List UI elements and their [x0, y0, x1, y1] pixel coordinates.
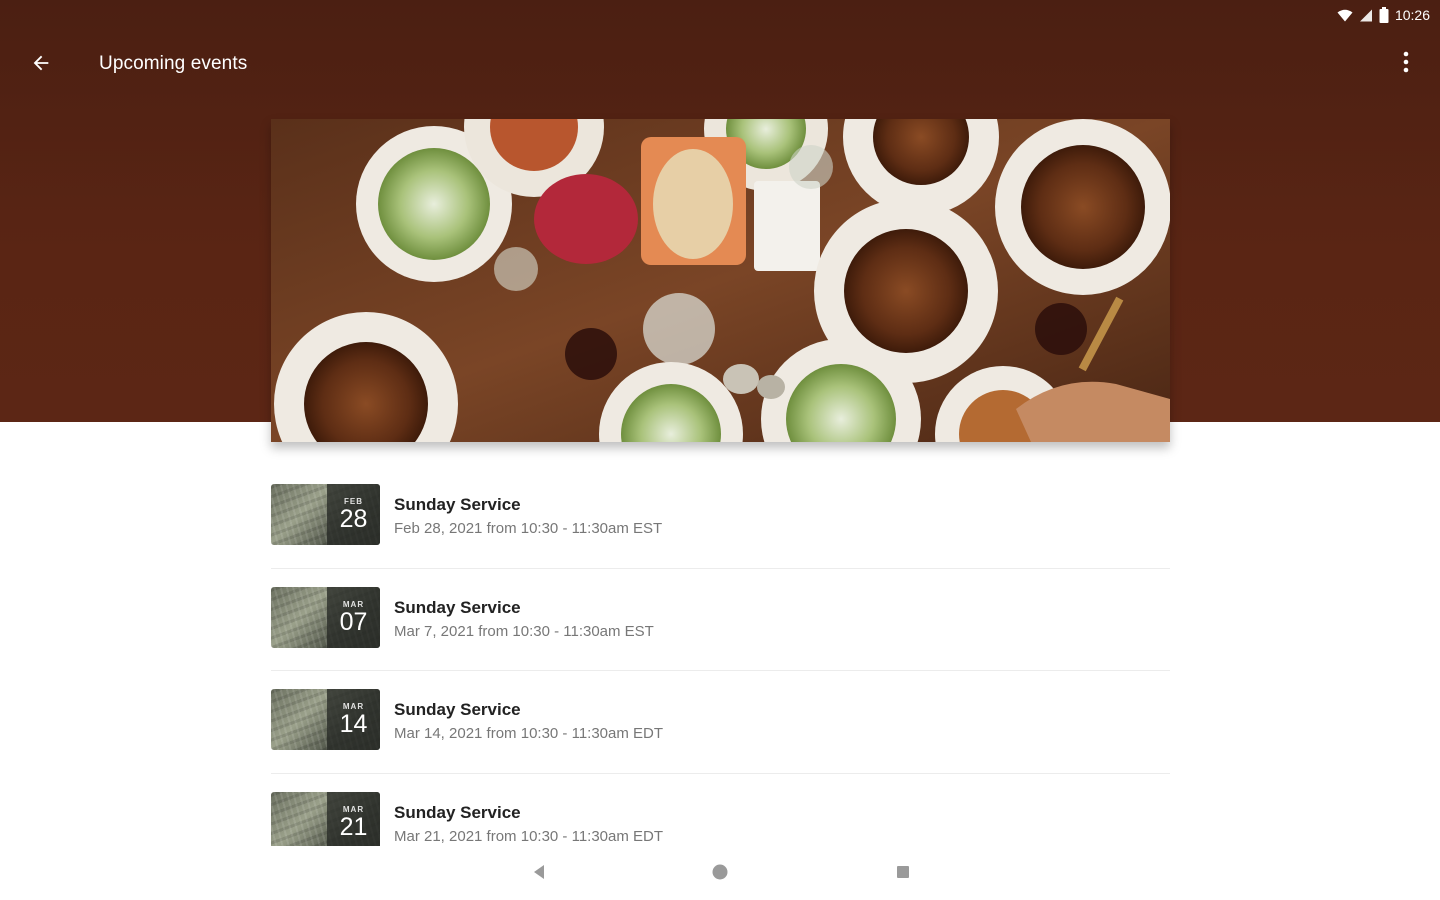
- nav-recents-icon: [896, 865, 910, 884]
- events-list: FEB 28 Sunday Service Feb 28, 2021 from …: [271, 484, 1170, 894]
- date-badge: FEB 28: [327, 484, 380, 545]
- date-badge: MAR 14: [327, 689, 380, 750]
- date-badge: MAR 07: [327, 586, 380, 648]
- event-thumbnail: FEB 28: [271, 484, 380, 545]
- nav-home-button[interactable]: [708, 862, 732, 886]
- event-day: 14: [339, 710, 368, 738]
- app-bar: Upcoming events: [0, 36, 1440, 92]
- event-month: MAR: [342, 702, 365, 711]
- event-datetime: Mar 21, 2021 from 10:30 - 11:30am EDT: [394, 827, 664, 845]
- wifi-icon: [1337, 9, 1353, 22]
- food-table-image: [271, 119, 1170, 442]
- more-vert-icon: [1403, 51, 1409, 78]
- more-options-button[interactable]: [1390, 48, 1422, 80]
- status-time: 10:26: [1394, 7, 1430, 23]
- event-day: 28: [339, 505, 368, 533]
- nav-home-icon: [711, 863, 729, 886]
- event-datetime: Mar 7, 2021 from 10:30 - 11:30am EST: [394, 622, 654, 640]
- battery-icon: [1379, 7, 1389, 23]
- event-title: Sunday Service: [394, 597, 521, 617]
- list-item[interactable]: MAR 14 Sunday Service Mar 14, 2021 from …: [271, 670, 1170, 792]
- date-badge: MAR 21: [327, 791, 380, 853]
- event-datetime: Mar 14, 2021 from 10:30 - 11:30am EDT: [394, 725, 664, 742]
- list-item[interactable]: FEB 28 Sunday Service Feb 28, 2021 from …: [271, 484, 1170, 587]
- event-month: FEB: [344, 497, 363, 506]
- event-title: Sunday Service: [394, 700, 521, 719]
- event-title: Sunday Service: [394, 802, 521, 822]
- status-bar: 10:26: [1240, 0, 1440, 30]
- event-datetime: Feb 28, 2021 from 10:30 - 11:30am EST: [394, 520, 663, 537]
- nav-back-icon: [532, 864, 546, 885]
- event-title: Sunday Service: [394, 495, 521, 514]
- system-nav-bar: [0, 848, 1440, 900]
- event-month: MAR: [342, 599, 365, 609]
- list-item[interactable]: MAR 07 Sunday Service Mar 7, 2021 from 1…: [271, 567, 1170, 690]
- event-day: 07: [339, 607, 368, 636]
- nav-recents-button[interactable]: [891, 862, 915, 886]
- event-thumbnail: MAR 07: [271, 586, 380, 648]
- back-button[interactable]: [22, 46, 60, 84]
- page-title: Upcoming events: [99, 53, 248, 74]
- hero-image: [271, 119, 1170, 442]
- event-month: MAR: [342, 804, 365, 814]
- event-thumbnail: MAR 14: [271, 689, 380, 750]
- back-arrow-icon: [30, 52, 52, 79]
- nav-back-button[interactable]: [527, 862, 551, 886]
- event-day: 21: [339, 812, 368, 841]
- event-thumbnail: MAR 21: [271, 791, 380, 853]
- signal-icon: [1359, 9, 1373, 22]
